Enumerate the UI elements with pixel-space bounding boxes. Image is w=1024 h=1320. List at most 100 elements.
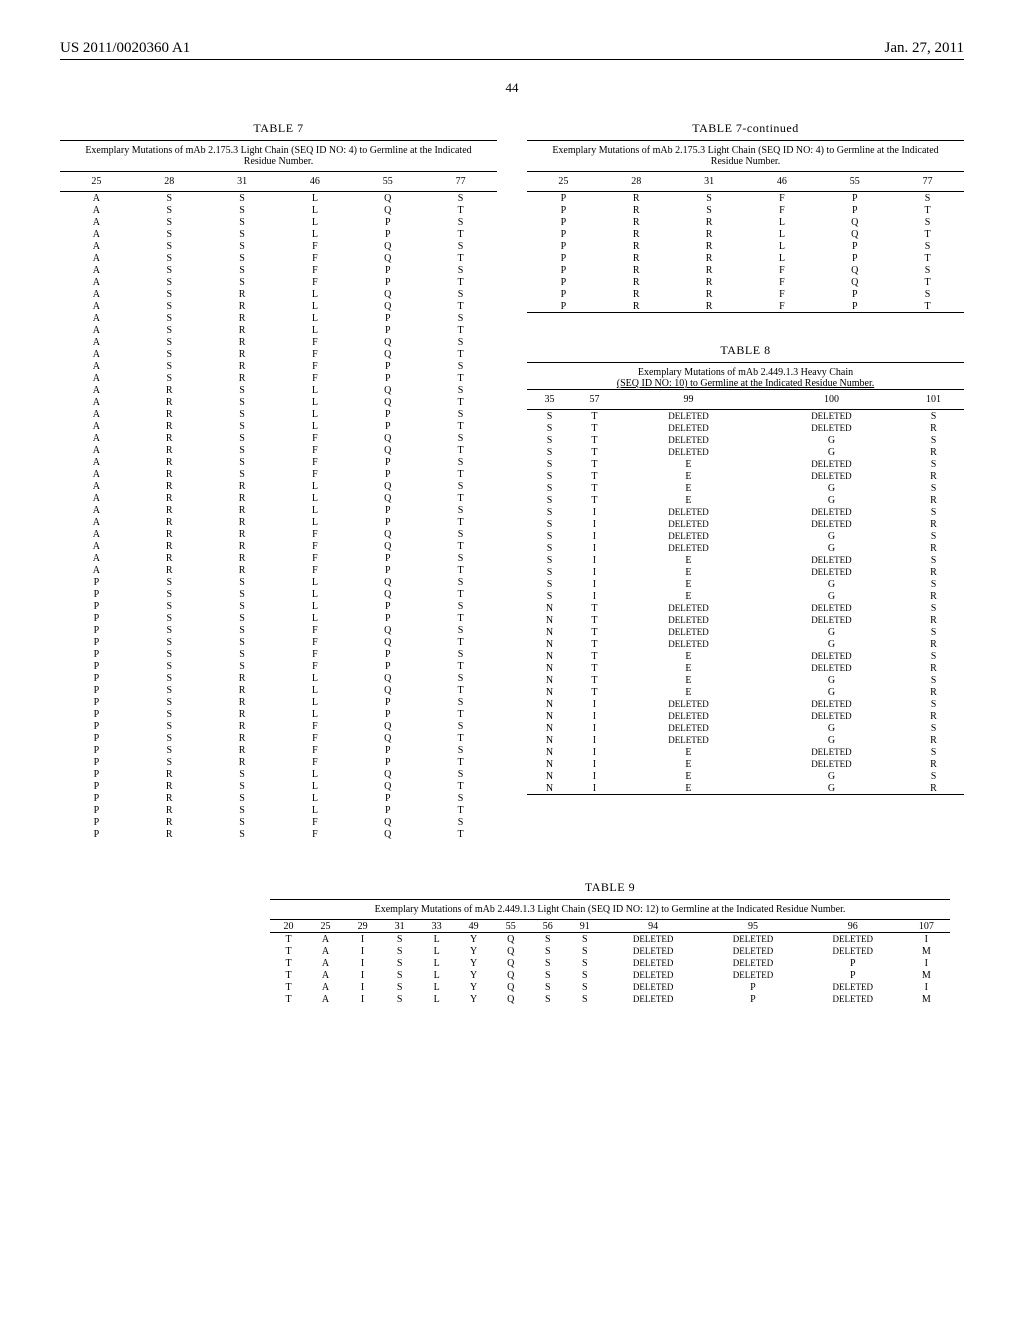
table-row: PRSFPT bbox=[527, 204, 964, 216]
table-cell: R bbox=[206, 300, 279, 312]
table-cell: G bbox=[760, 674, 903, 686]
table-cell: R bbox=[600, 192, 673, 205]
table-row: ASSLPS bbox=[60, 216, 497, 228]
table-cell: S bbox=[424, 480, 497, 492]
table-cell: DELETED bbox=[603, 993, 703, 1005]
table-cell: P bbox=[60, 828, 133, 840]
table-cell: Q bbox=[351, 252, 424, 264]
table-cell: N bbox=[527, 662, 572, 674]
table-cell: Q bbox=[351, 396, 424, 408]
table-cell: R bbox=[206, 504, 279, 516]
table-cell: T bbox=[424, 204, 497, 216]
table-cell: S bbox=[424, 504, 497, 516]
table-row: NIEDELETEDR bbox=[527, 758, 964, 770]
table-row: ARRLQT bbox=[60, 492, 497, 504]
table-row: PRRLQS bbox=[527, 216, 964, 228]
table-cell: S bbox=[206, 660, 279, 672]
table-cell: S bbox=[527, 410, 572, 423]
table-row: STDELETEDGR bbox=[527, 446, 964, 458]
table-cell: S bbox=[424, 312, 497, 324]
table-cell: F bbox=[745, 276, 818, 288]
table-row: ARRFQS bbox=[60, 528, 497, 540]
table-row: NTEGR bbox=[527, 686, 964, 698]
table-row: NIDELETEDGS bbox=[527, 722, 964, 734]
table-cell: P bbox=[527, 276, 600, 288]
table-cell: P bbox=[60, 576, 133, 588]
table-cell: S bbox=[529, 969, 566, 981]
table-row: PSSLQT bbox=[60, 588, 497, 600]
table-cell: P bbox=[351, 696, 424, 708]
table-cell: A bbox=[307, 945, 344, 957]
table-cell: I bbox=[572, 590, 617, 602]
table-cell: T bbox=[572, 662, 617, 674]
table-cell: E bbox=[617, 686, 760, 698]
table-cell: I bbox=[344, 933, 381, 946]
table-cell: DELETED bbox=[617, 614, 760, 626]
table-cell: P bbox=[351, 648, 424, 660]
table-cell: DELETED bbox=[760, 710, 903, 722]
table-row: TAISLYQSSDELETEDDELETEDDELETEDM bbox=[270, 945, 950, 957]
page-number: 44 bbox=[60, 80, 964, 96]
table-row: ASSLQS bbox=[60, 192, 497, 205]
table-cell: S bbox=[527, 566, 572, 578]
table-cell: F bbox=[745, 204, 818, 216]
table-cell: L bbox=[278, 576, 351, 588]
table-cell: A bbox=[60, 552, 133, 564]
table-cell: P bbox=[351, 792, 424, 804]
table-cell: T bbox=[424, 732, 497, 744]
table-cell: P bbox=[351, 612, 424, 624]
table-cell: I bbox=[344, 945, 381, 957]
table-cell: R bbox=[600, 276, 673, 288]
table-cell: P bbox=[60, 648, 133, 660]
table-cell: Q bbox=[351, 240, 424, 252]
table-cell: L bbox=[278, 804, 351, 816]
table-row: STEGS bbox=[527, 482, 964, 494]
table-cell: S bbox=[424, 192, 497, 205]
table-cell: F bbox=[278, 264, 351, 276]
table-cell: S bbox=[566, 969, 603, 981]
table-cell: T bbox=[572, 434, 617, 446]
table-cell: S bbox=[206, 432, 279, 444]
column-header: 20 bbox=[270, 920, 307, 933]
table-cell: P bbox=[351, 312, 424, 324]
table-cell: P bbox=[527, 192, 600, 205]
table-row: ARRFQT bbox=[60, 540, 497, 552]
table-row: NIDELETEDDELETEDR bbox=[527, 710, 964, 722]
table-cell: S bbox=[133, 708, 206, 720]
table-cell: R bbox=[903, 446, 964, 458]
table-cell: R bbox=[206, 372, 279, 384]
table-cell: S bbox=[529, 945, 566, 957]
table-cell: S bbox=[424, 600, 497, 612]
table-cell: DELETED bbox=[617, 602, 760, 614]
table-cell: A bbox=[307, 981, 344, 993]
table-cell: DELETED bbox=[760, 422, 903, 434]
table-cell: R bbox=[206, 540, 279, 552]
table-cell: S bbox=[133, 624, 206, 636]
table-cell: A bbox=[307, 933, 344, 946]
table-cell: S bbox=[206, 576, 279, 588]
table-cell: S bbox=[891, 240, 964, 252]
table-cell: DELETED bbox=[760, 614, 903, 626]
table-cell: P bbox=[60, 744, 133, 756]
table-cell: L bbox=[278, 288, 351, 300]
table-cell: N bbox=[527, 626, 572, 638]
table-row: ASRFQT bbox=[60, 348, 497, 360]
table-cell: R bbox=[206, 696, 279, 708]
table-row: PSSLQS bbox=[60, 576, 497, 588]
table-cell: S bbox=[424, 264, 497, 276]
table-cell: E bbox=[617, 566, 760, 578]
table-cell: R bbox=[903, 662, 964, 674]
table-cell: R bbox=[133, 432, 206, 444]
table-cell: N bbox=[527, 614, 572, 626]
table-cell: I bbox=[572, 710, 617, 722]
table-cell: A bbox=[60, 240, 133, 252]
table-cell: T bbox=[891, 300, 964, 312]
table-cell: DELETED bbox=[760, 602, 903, 614]
table-cell: P bbox=[351, 564, 424, 576]
table-cell: T bbox=[270, 981, 307, 993]
table-cell: F bbox=[278, 348, 351, 360]
table-cell: S bbox=[424, 816, 497, 828]
table-row: ASRLQS bbox=[60, 288, 497, 300]
column-header: 29 bbox=[344, 920, 381, 933]
table-cell: Q bbox=[351, 624, 424, 636]
